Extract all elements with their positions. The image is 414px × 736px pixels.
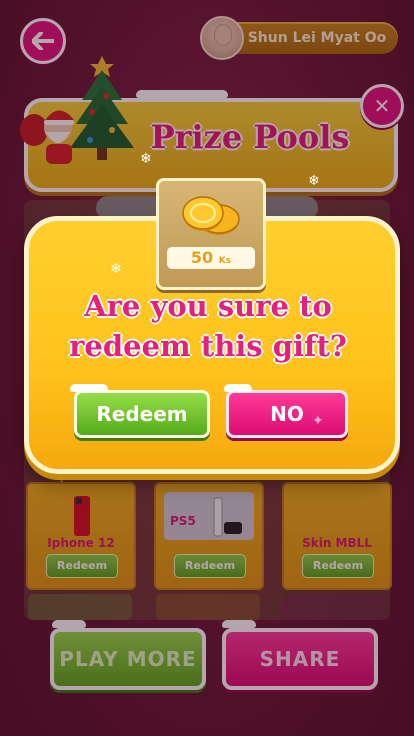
confirm-question: Are you sure to redeem this gift? bbox=[69, 289, 347, 363]
gift-amount: 50 bbox=[190, 248, 214, 267]
snowflake-icon: ✦ bbox=[312, 413, 324, 429]
gift-value: 50 Ks bbox=[167, 247, 255, 269]
gift-unit: Ks bbox=[218, 256, 232, 266]
snowflake-icon: ❄ bbox=[308, 173, 320, 189]
snowflake-icon: ❄ bbox=[140, 151, 152, 167]
snowflake-icon: ❄ bbox=[110, 261, 122, 277]
snow-cap bbox=[70, 384, 108, 392]
no-button[interactable]: NO bbox=[226, 390, 348, 438]
gift-box: 50 Ks bbox=[156, 178, 266, 290]
snow-cap bbox=[224, 384, 252, 392]
redeem-confirm-button[interactable]: Redeem bbox=[74, 390, 210, 438]
gold-coins-icon bbox=[182, 196, 240, 235]
